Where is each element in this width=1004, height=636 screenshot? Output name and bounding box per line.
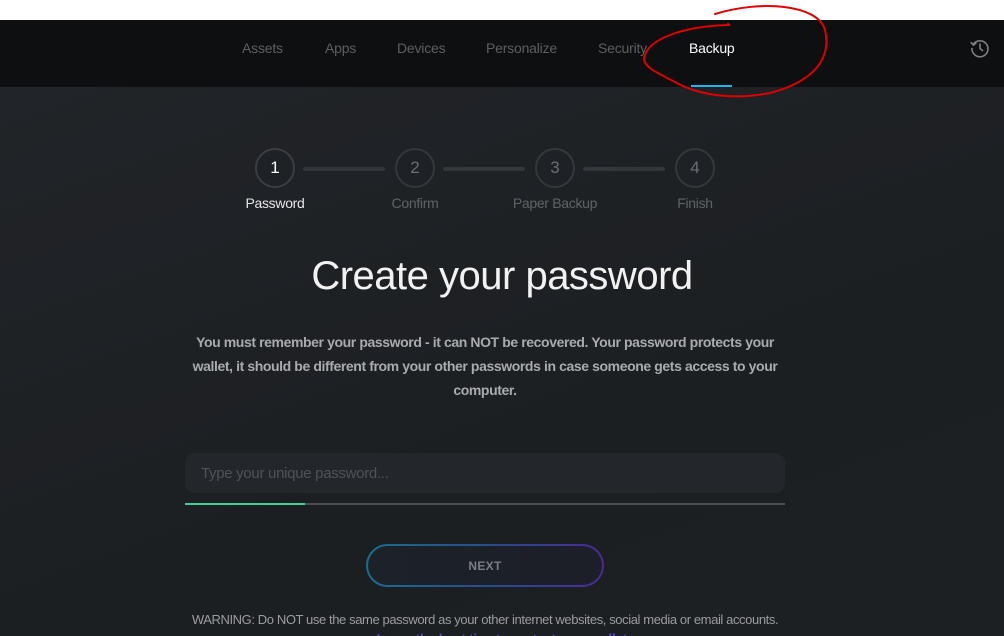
history-button[interactable] bbox=[968, 36, 992, 60]
password-strength-fill bbox=[185, 503, 305, 505]
step-1-circle: 1 bbox=[255, 148, 295, 188]
nav-tab-apps[interactable]: Apps bbox=[325, 40, 356, 56]
top-nav: Assets Apps Devices Personalize Security… bbox=[0, 20, 1004, 87]
nav-tab-devices[interactable]: Devices bbox=[397, 40, 446, 56]
stepper: 1 2 3 4 Password Confirm Paper Backup Fi… bbox=[0, 148, 1004, 218]
step-2-label: Confirm bbox=[391, 195, 439, 211]
step-connector bbox=[443, 167, 525, 171]
nav-tab-personalize[interactable]: Personalize bbox=[486, 40, 557, 56]
page-title: Create your password bbox=[311, 254, 693, 298]
next-button-label: NEXT bbox=[368, 546, 602, 585]
main-panel: 1 2 3 4 Password Confirm Paper Backup Fi… bbox=[0, 87, 1004, 636]
learn-tips-link[interactable]: Learn the best tips to protect your wall… bbox=[0, 631, 1004, 636]
history-icon bbox=[970, 40, 989, 58]
step-3-circle: 3 bbox=[535, 148, 575, 188]
password-warning: WARNING: Do NOT use the same password as… bbox=[191, 612, 779, 627]
password-description: You must remember your password - it can… bbox=[192, 334, 778, 398]
password-input[interactable] bbox=[185, 453, 785, 493]
step-2-circle: 2 bbox=[395, 148, 435, 188]
top-strip bbox=[0, 0, 1004, 20]
step-connector bbox=[583, 167, 665, 171]
step-4-circle: 4 bbox=[675, 148, 715, 188]
step-connector bbox=[303, 167, 385, 171]
nav-tab-assets[interactable]: Assets bbox=[242, 40, 283, 56]
step-4-label: Finish bbox=[677, 195, 713, 211]
next-button[interactable]: NEXT bbox=[366, 544, 604, 587]
nav-tab-security[interactable]: Security bbox=[598, 40, 647, 56]
nav-tab-backup[interactable]: Backup bbox=[689, 40, 735, 56]
step-1-label: Password bbox=[245, 195, 305, 211]
password-strength-bar bbox=[185, 503, 785, 505]
step-3-label: Paper Backup bbox=[512, 195, 598, 211]
